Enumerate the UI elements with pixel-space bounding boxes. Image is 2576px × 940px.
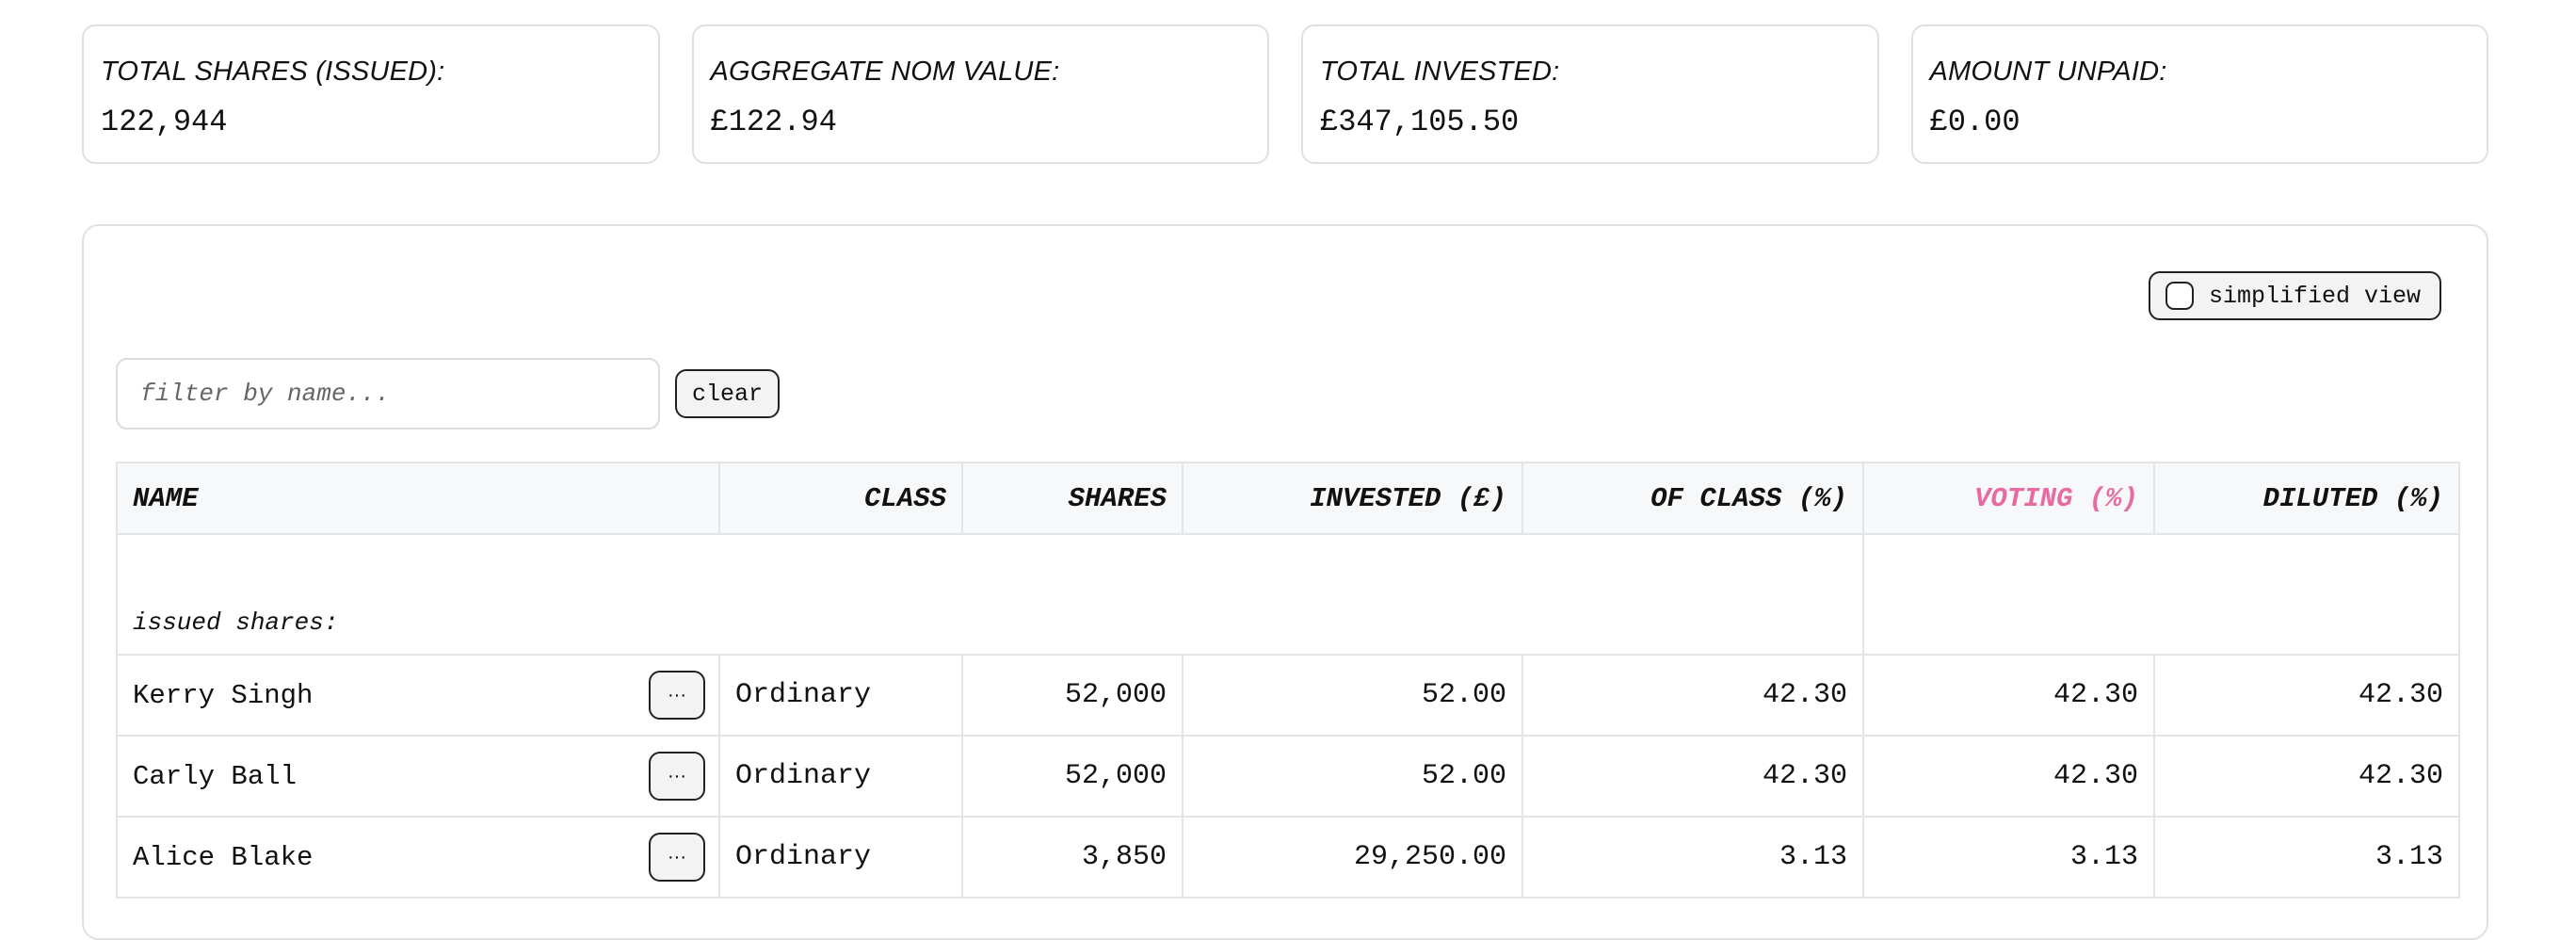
diluted-cell: 3.13: [2153, 816, 2460, 899]
section-blank-cell: [1862, 534, 2460, 656]
column-header-class[interactable]: CLASS: [718, 462, 963, 535]
shares-cell: 52,000: [961, 654, 1183, 737]
more-options-button[interactable]: ···: [649, 671, 705, 720]
voting-cell: 3.13: [1862, 816, 2155, 899]
invested-cell: 52.00: [1182, 654, 1523, 737]
aggregate-nom-value-card: AGGREGATE NOM VALUE: £122.94: [691, 24, 1269, 164]
total-shares-card: TOTAL SHARES (ISSUED): 122,944: [82, 24, 660, 164]
shares-cell: 3,850: [961, 816, 1183, 899]
total-shares-label: TOTAL SHARES (ISSUED):: [101, 57, 445, 87]
more-options-button[interactable]: ···: [649, 752, 705, 801]
class-cell: Ordinary: [718, 654, 963, 737]
name-cell: Carly Ball ···: [116, 735, 720, 818]
total-invested-card: TOTAL INVESTED: £347,105.50: [1301, 24, 1879, 164]
amount-unpaid-card: AMOUNT UNPAID: £0.00: [1910, 24, 2488, 164]
aggregate-nom-value-value: £122.94: [710, 105, 837, 139]
shares-cell: 52,000: [961, 735, 1183, 818]
summary-cards: TOTAL SHARES (ISSUED): 122,944 AGGREGATE…: [82, 24, 2488, 164]
clear-button[interactable]: clear: [675, 369, 781, 418]
shareholder-name: Carly Ball: [133, 760, 298, 792]
more-options-button[interactable]: ···: [649, 833, 705, 882]
name-cell: Alice Blake ···: [116, 816, 720, 899]
name-cell: Kerry Singh ···: [116, 654, 720, 737]
invested-cell: 52.00: [1182, 735, 1523, 818]
diluted-cell: 42.30: [2153, 735, 2460, 818]
total-shares-value: 122,944: [101, 105, 228, 139]
column-header-diluted[interactable]: DILUTED (%): [2153, 462, 2460, 535]
filter-name-input[interactable]: [116, 358, 660, 429]
of-class-cell: 42.30: [1521, 735, 1864, 818]
shareholders-table: NAME CLASS SHARES INVESTED (£) OF CLASS …: [116, 462, 2460, 899]
shareholder-name: Kerry Singh: [133, 679, 314, 711]
of-class-cell: 42.30: [1521, 654, 1864, 737]
invested-cell: 29,250.00: [1182, 816, 1523, 899]
diluted-cell: 42.30: [2153, 654, 2460, 737]
class-cell: Ordinary: [718, 735, 963, 818]
column-header-of-class[interactable]: OF CLASS (%): [1521, 462, 1864, 535]
table-row: Kerry Singh ··· Ordinary 52,000 52.00 42…: [116, 654, 2460, 737]
aggregate-nom-value-label: AGGREGATE NOM VALUE:: [710, 57, 1060, 87]
section-label-issued: issued shares:: [116, 534, 1864, 656]
amount-unpaid-value: £0.00: [1929, 105, 2021, 139]
filter-row: clear: [116, 358, 781, 429]
total-invested-value: £347,105.50: [1320, 105, 1520, 139]
column-header-shares[interactable]: SHARES: [961, 462, 1183, 535]
simplified-view-toggle[interactable]: simplified view: [2148, 271, 2441, 320]
shareholders-panel: simplified view clear NAME CLASS SHARES …: [82, 224, 2488, 940]
voting-cell: 42.30: [1862, 735, 2155, 818]
of-class-cell: 3.13: [1521, 816, 1864, 899]
class-cell: Ordinary: [718, 816, 963, 899]
amount-unpaid-label: AMOUNT UNPAID:: [1929, 57, 2167, 87]
total-invested-label: TOTAL INVESTED:: [1320, 57, 1560, 87]
table-row: Alice Blake ··· Ordinary 3,850 29,250.00…: [116, 816, 2460, 899]
checkbox-icon[interactable]: [2165, 282, 2194, 310]
shareholder-name: Alice Blake: [133, 841, 314, 873]
section-row-issued: issued shares:: [116, 534, 2460, 656]
column-header-voting[interactable]: VOTING (%): [1862, 462, 2155, 535]
table-header-row: NAME CLASS SHARES INVESTED (£) OF CLASS …: [116, 462, 2460, 535]
column-header-invested[interactable]: INVESTED (£): [1182, 462, 1523, 535]
voting-cell: 42.30: [1862, 654, 2155, 737]
column-header-name[interactable]: NAME: [116, 462, 720, 535]
table-row: Carly Ball ··· Ordinary 52,000 52.00 42.…: [116, 735, 2460, 818]
simplified-view-label: simplified view: [2208, 282, 2421, 310]
